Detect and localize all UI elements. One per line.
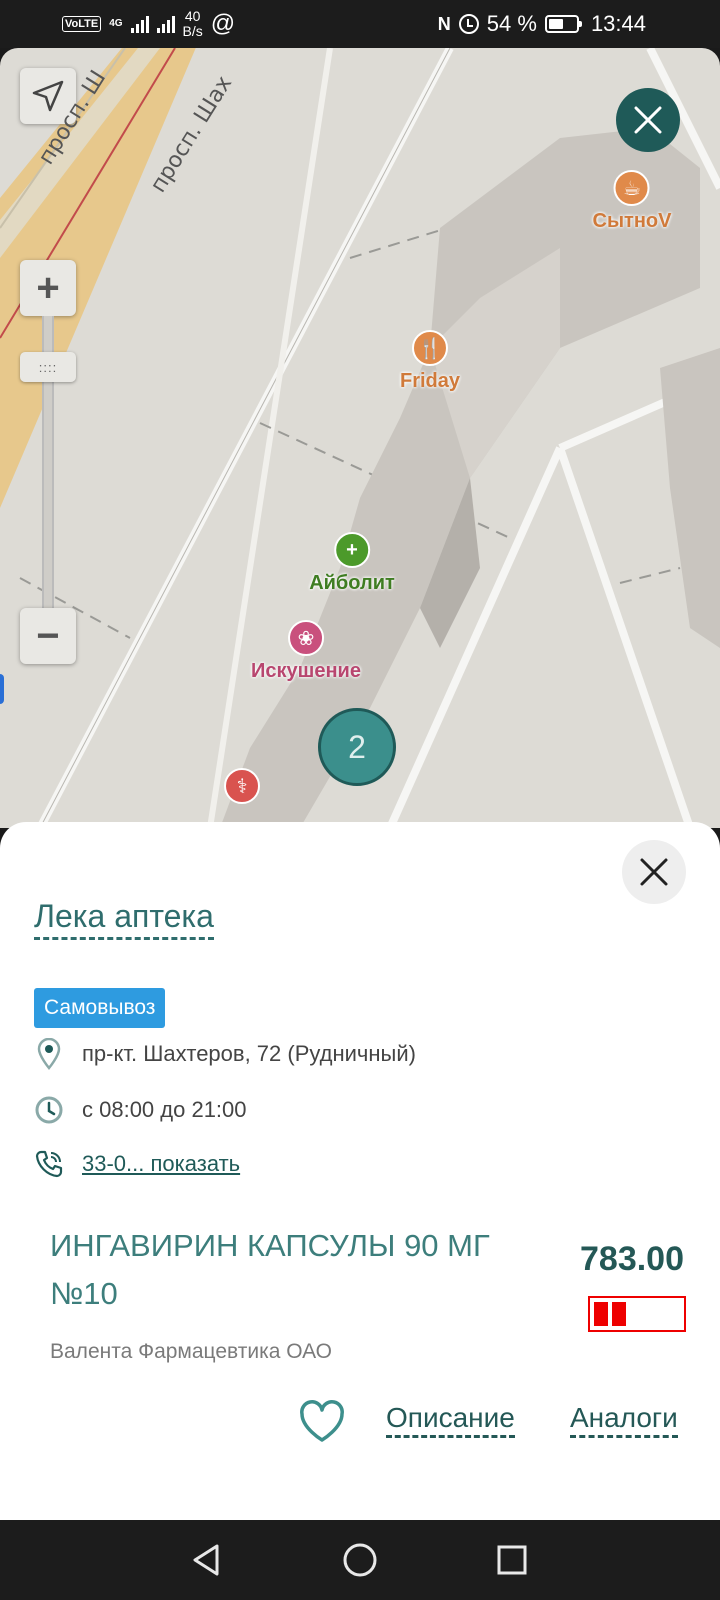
speed-unit: B/s bbox=[182, 23, 203, 39]
address-row: пр-кт. Шахтеров, 72 (Рудничный) bbox=[34, 1038, 416, 1070]
pharmacy-cross-icon: + bbox=[333, 532, 370, 568]
close-icon bbox=[634, 106, 662, 134]
recents-button[interactable] bbox=[490, 1538, 534, 1582]
hours-text: с 08:00 до 21:00 bbox=[82, 1097, 247, 1122]
map-view[interactable]: + :::: − ☕ СытноV 🍴 Friday + Айболит ❀ И… bbox=[0, 48, 720, 828]
poi-label: Искушение bbox=[251, 660, 361, 682]
side-tab[interactable] bbox=[0, 674, 4, 704]
sheet-close-button[interactable] bbox=[622, 840, 686, 904]
home-circle-icon bbox=[343, 1543, 377, 1577]
street-label: просп. Шах bbox=[146, 72, 237, 197]
map-cluster-marker[interactable]: 2 bbox=[318, 708, 396, 786]
poi-label: Айболит bbox=[309, 572, 395, 594]
hours-row: с 08:00 до 21:00 bbox=[34, 1094, 247, 1126]
show-phone-link[interactable]: 33-0... показать bbox=[82, 1151, 240, 1177]
status-bar: VoLTE 4G 40 B/s @ N 54 % 13:44 bbox=[0, 0, 720, 48]
navigation-bar bbox=[0, 1520, 720, 1600]
network-speed: 40 B/s bbox=[183, 9, 203, 39]
stock-segment bbox=[612, 1302, 626, 1326]
street-label: просп. Ш bbox=[34, 66, 111, 169]
battery-icon bbox=[544, 15, 582, 33]
speed-value: 40 bbox=[184, 8, 201, 24]
alarm-icon bbox=[458, 14, 479, 34]
home-button[interactable] bbox=[338, 1538, 382, 1582]
nfc-icon: N bbox=[437, 13, 451, 34]
clock-icon bbox=[34, 1094, 64, 1126]
poi-aybolit[interactable]: + Айболит bbox=[309, 532, 395, 595]
description-link[interactable]: Описание bbox=[386, 1402, 515, 1438]
stock-level-indicator bbox=[588, 1296, 686, 1332]
poi-friday[interactable]: 🍴 Friday bbox=[400, 330, 460, 393]
back-button[interactable] bbox=[184, 1538, 228, 1582]
poi-sytnov[interactable]: ☕ СытноV bbox=[592, 170, 672, 233]
pharmacy-name-link[interactable]: Лека аптека bbox=[34, 898, 214, 940]
map-close-button[interactable] bbox=[616, 88, 680, 152]
lotus-icon: ❀ bbox=[287, 620, 324, 656]
volte-indicator: VoLTE bbox=[62, 16, 102, 32]
product-name[interactable]: ИНГАВИРИН КАПСУЛЫ 90 МГ №10 bbox=[50, 1222, 500, 1318]
stock-segment bbox=[594, 1302, 608, 1326]
favorite-button[interactable] bbox=[298, 1400, 346, 1444]
battery-percent: 54 % bbox=[486, 11, 537, 36]
clock: 13:44 bbox=[590, 11, 646, 36]
heart-icon bbox=[300, 1400, 344, 1442]
zoom-in-button[interactable]: + bbox=[20, 260, 76, 316]
location-pin-icon bbox=[34, 1038, 64, 1070]
street-labels: просп. Ш просп. Шах bbox=[34, 66, 237, 197]
poi-label: Friday bbox=[399, 370, 461, 392]
price: 783.00 bbox=[580, 1240, 684, 1278]
at-icon: @ bbox=[210, 10, 236, 37]
poi-iskushenie[interactable]: ❀ Искушение bbox=[251, 620, 361, 683]
phone-row: 33-0... показать bbox=[34, 1148, 240, 1180]
restaurant-icon: 🍴 bbox=[412, 330, 448, 366]
recents-square-icon bbox=[497, 1545, 527, 1575]
manufacturer: Валента Фармацевтика ОАО bbox=[50, 1340, 332, 1363]
analogs-link[interactable]: Аналоги bbox=[570, 1402, 678, 1438]
pickup-badge: Самовывоз bbox=[34, 988, 166, 1028]
tooth-icon: ⚕ bbox=[224, 768, 260, 804]
cafe-icon: ☕ bbox=[614, 170, 650, 206]
zoom-slider-handle[interactable]: :::: bbox=[20, 352, 76, 382]
signal-1-icon bbox=[130, 15, 149, 33]
address-text: пр-кт. Шахтеров, 72 (Рудничный) bbox=[82, 1041, 416, 1066]
poi-label: СытноV bbox=[592, 210, 672, 232]
pharmacy-bottom-sheet: Лека аптека Самовывоз пр-кт. Шахтеров, 7… bbox=[0, 822, 720, 1522]
close-icon bbox=[640, 858, 668, 886]
network-type: 4G bbox=[109, 18, 123, 29]
poi-dentist[interactable]: ⚕ bbox=[224, 768, 260, 804]
back-triangle-icon bbox=[193, 1544, 219, 1576]
phone-icon bbox=[34, 1148, 64, 1180]
zoom-out-button[interactable]: − bbox=[20, 608, 76, 664]
signal-2-icon bbox=[156, 15, 175, 33]
